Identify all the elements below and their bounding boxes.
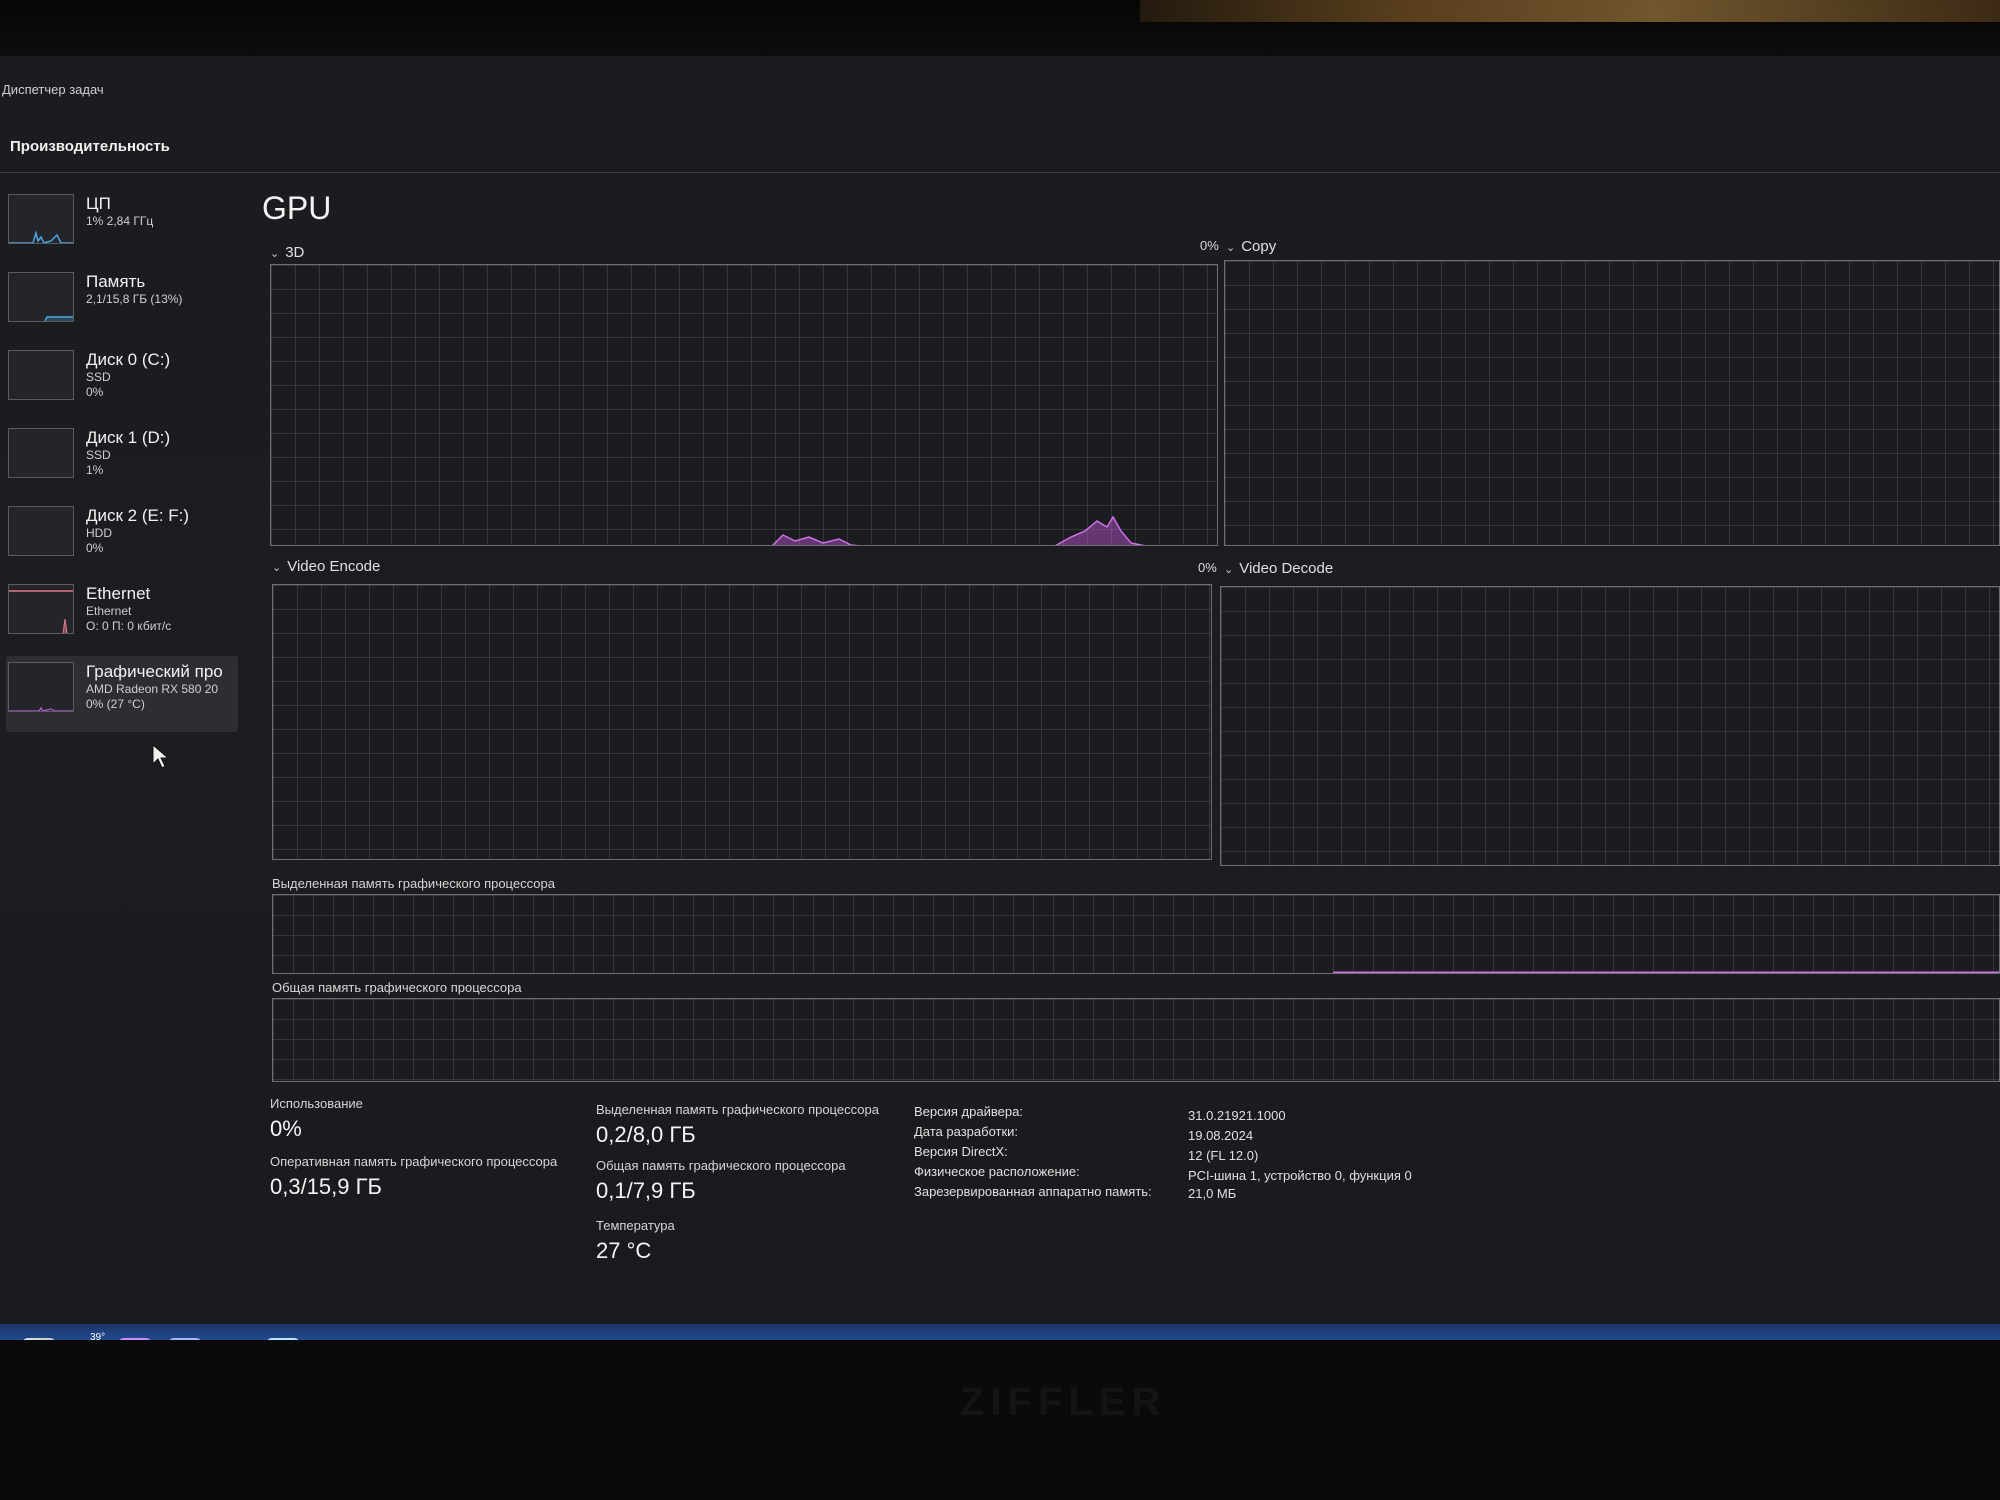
sidebar-item-sub: 2,1/15,8 ГБ (13%) [86,292,183,307]
sidebar-item-title: Диск 1 (D:) [86,428,171,447]
sidebar-item-title: Диск 2 (E: F:) [86,506,190,525]
gpu-detail-panel: GPU ⌄ 3D 0% ⌄ Copy ⌄ Video Encode 0% ⌄ Video… [258,186,2000,1336]
chart-video-encode-selector[interactable]: ⌄ Video Encode [272,558,380,575]
sidebar-item-sub: 1% 2,84 ГГц [86,214,154,229]
sidebar-item-sub: О: 0 П: 0 кбит/с [86,618,172,633]
sidebar-item-title: ЦП [86,194,111,213]
chart-video-encode-label: Video Encode [287,558,381,575]
chart-3d-percent: 0% [1200,238,1219,253]
chart-copy-selector[interactable]: ⌄ Copy [1226,238,1276,255]
ethernet-thumbnail-graph [8,584,74,634]
sidebar-item-sub: SSD [86,370,111,385]
window-title: Диспетчер задач [2,82,104,97]
sidebar-item-gpu[interactable]: Графический про AMD Radeon RX 580 20 0% … [6,656,238,732]
chevron-down-icon: ⌄ [272,562,282,574]
sidebar-item-sub: SSD [86,448,111,463]
shared-memory-stat-label: Общая память графического процессора [596,1158,846,1173]
chart-copy-graph [1224,260,2000,546]
chart-video-decode-graph [1220,586,2000,866]
reserved-memory-key: Зарезервированная аппаратно память: [914,1184,1152,1199]
disk2-thumbnail-graph [8,506,74,556]
driver-version-value: 31.0.21921.1000 [1188,1108,1286,1123]
memory-thumbnail-graph [8,272,74,322]
gpu-ram-label: Оперативная память графического процессо… [270,1154,558,1169]
monitor-bezel-top [0,0,2000,56]
directx-version-key: Версия DirectX: [914,1144,1008,1159]
sidebar-item-sub: AMD Radeon RX 580 20 [86,682,219,697]
dedicated-memory-graph [272,894,2000,974]
sidebar-item-title: Ethernet [86,584,151,603]
screen: Диспетчер задач Производительность ЦП 1%… [0,56,2000,1396]
sidebar-item-title: Графический про [86,662,223,681]
sidebar-item-title: Память [86,272,146,291]
sidebar-item-cpu[interactable]: ЦП 1% 2,84 ГГц [6,188,238,264]
sidebar: ЦП 1% 2,84 ГГц Память 2,1/15,8 ГБ (13%) … [6,188,238,734]
monitor-brand-logo: ZIFFLER [960,1380,1167,1424]
shared-memory-chart-label: Общая память графического процессора [272,980,522,995]
reserved-memory-value: 21,0 МБ [1188,1186,1237,1201]
dedicated-memory-value: 0,2/8,0 ГБ [596,1122,696,1147]
sidebar-item-sub: HDD [86,526,112,541]
shared-memory-value: 0,1/7,9 ГБ [596,1178,696,1203]
chart-video-decode-selector[interactable]: ⌄ Video Decode [1224,560,1333,577]
background-photo [1140,0,2000,22]
page-title: Производительность [10,138,170,155]
chart-video-encode-graph [272,584,1212,860]
usage-value: 0% [270,1116,302,1141]
chevron-down-icon: ⌄ [1226,242,1236,254]
mouse-cursor-icon [152,744,170,769]
sidebar-item-disk-0[interactable]: Диск 0 (C:) SSD 0% [6,344,238,420]
shared-memory-graph [272,998,2000,1082]
sidebar-item-sub: 0% [86,540,104,555]
chart-3d-graph [270,264,1218,546]
dedicated-memory-chart-label: Выделенная память графического процессор… [272,876,555,891]
disk1-thumbnail-graph [8,428,74,478]
sidebar-item-sub: 0% [86,384,104,399]
physical-location-key: Физическое расположение: [914,1164,1080,1179]
chart-3d-selector[interactable]: ⌄ 3D [270,244,304,261]
sidebar-item-sub: 1% [86,462,104,477]
cpu-thumbnail-graph [8,194,74,244]
temperature-label: Температура [596,1218,675,1233]
chart-video-decode-label: Video Decode [1239,560,1334,577]
driver-date-key: Дата разработки: [914,1124,1019,1139]
disk0-thumbnail-graph [8,350,74,400]
sidebar-item-disk-1[interactable]: Диск 1 (D:) SSD 1% [6,422,238,498]
sidebar-item-sub: Ethernet [86,604,132,619]
driver-date-value: 19.08.2024 [1188,1128,1254,1143]
sidebar-item-memory[interactable]: Память 2,1/15,8 ГБ (13%) [6,266,238,342]
dedicated-memory-stat-label: Выделенная память графического процессор… [596,1102,879,1117]
chart-video-encode-percent: 0% [1198,560,1217,575]
directx-version-value: 12 (FL 12.0) [1188,1148,1259,1163]
chevron-down-icon: ⌄ [270,248,280,260]
temperature-value: 27 °C [596,1238,652,1263]
gpu-ram-value: 0,3/15,9 ГБ [270,1174,382,1199]
chevron-down-icon: ⌄ [1224,564,1234,576]
driver-version-key: Версия драйвера: [914,1104,1023,1119]
chart-3d-label: 3D [285,244,305,261]
sidebar-item-disk-2[interactable]: Диск 2 (E: F:) HDD 0% [6,500,238,576]
sidebar-item-ethernet[interactable]: Ethernet Ethernet О: 0 П: 0 кбит/с [6,578,238,654]
chart-copy-label: Copy [1241,238,1277,255]
physical-location-value: PCI-шина 1, устройство 0, функция 0 [1188,1168,1412,1183]
sidebar-item-sub: 0% (27 °C) [86,696,145,711]
gpu-title: GPU [262,190,332,226]
header-divider [0,172,2000,173]
sidebar-item-title: Диск 0 (C:) [86,350,171,369]
usage-label: Использование [270,1096,363,1111]
gpu-thumbnail-graph [8,662,74,712]
